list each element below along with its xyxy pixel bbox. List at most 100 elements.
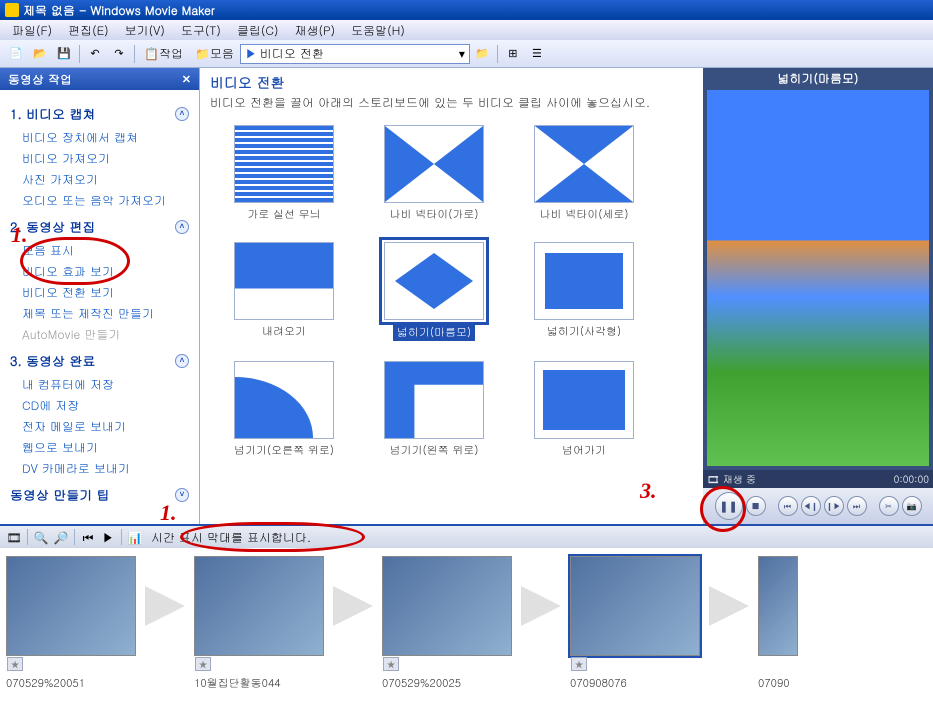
clip-thumb bbox=[758, 556, 798, 656]
effects-icon[interactable]: ★ bbox=[383, 657, 399, 671]
clip-slot[interactable]: ★ 070908076 bbox=[570, 556, 700, 691]
menu-tools[interactable]: 도구(T) bbox=[173, 22, 229, 39]
view-thumbnails-button[interactable]: ⊞ bbox=[502, 43, 524, 65]
app-icon bbox=[5, 3, 19, 17]
transition-slot[interactable] bbox=[140, 556, 190, 656]
chevron-down-icon: ˅ bbox=[175, 488, 189, 502]
section-capture[interactable]: 1. 비디오 캡쳐˄ bbox=[10, 104, 189, 123]
transition-item[interactable]: 내려오기 bbox=[214, 242, 354, 341]
link-import-audio[interactable]: 오디오 또는 음악 가져오기 bbox=[10, 190, 189, 211]
menu-file[interactable]: 파일(F) bbox=[4, 22, 60, 39]
open-button[interactable]: 📂 bbox=[29, 43, 51, 65]
timeline-view-button[interactable]: 🎞 bbox=[5, 528, 23, 546]
storyboard: ★ 070529%20051 ★ 10월집단활동044 ★ 070529%200… bbox=[0, 548, 933, 712]
transition-thumb bbox=[234, 242, 334, 320]
task-pane: 동영상 작업 ✕ 1. 비디오 캡쳐˄ 비디오 장치에서 캡쳐 비디오 가져오기… bbox=[0, 68, 200, 524]
pause-button[interactable]: ❚❚ bbox=[715, 492, 743, 520]
transition-slot[interactable] bbox=[516, 556, 566, 656]
prev-button[interactable]: ⏮ bbox=[778, 496, 798, 516]
link-show-collections[interactable]: 모음 표시 bbox=[10, 240, 189, 261]
film-icon: 🎞 bbox=[707, 472, 720, 486]
new-button[interactable]: 📄 bbox=[5, 43, 27, 65]
up-button[interactable]: 📁 bbox=[471, 43, 493, 65]
collections-combo[interactable]: ▶ 비디오 전환 ▾ bbox=[240, 44, 470, 64]
menu-view[interactable]: 보기(V) bbox=[117, 22, 173, 39]
save-button[interactable]: 💾 bbox=[53, 43, 75, 65]
transition-placeholder-icon bbox=[145, 586, 185, 626]
link-import-video[interactable]: 비디오 가져오기 bbox=[10, 148, 189, 169]
transition-item[interactable]: 넓히기(사각형) bbox=[514, 242, 654, 341]
transition-item[interactable]: 나비 넥타이(가로) bbox=[364, 125, 504, 222]
link-send-email[interactable]: 전자 메일로 보내기 bbox=[10, 416, 189, 437]
chevron-up-icon: ˄ bbox=[175, 354, 189, 368]
undo-button[interactable]: ↶ bbox=[84, 43, 106, 65]
link-video-transitions[interactable]: 비디오 전환 보기 bbox=[10, 282, 189, 303]
transition-item[interactable]: 넘기기(오른쪽 위로) bbox=[214, 361, 354, 458]
link-capture-device[interactable]: 비디오 장치에서 캡쳐 bbox=[10, 127, 189, 148]
effects-icon[interactable]: ★ bbox=[195, 657, 211, 671]
transition-thumb bbox=[384, 361, 484, 439]
window-title: 제목 없음 - Windows Movie Maker bbox=[23, 2, 215, 19]
link-titles-credits[interactable]: 제목 또는 제작진 만들기 bbox=[10, 303, 189, 324]
section-finish[interactable]: 3. 동영상 완료˄ bbox=[10, 351, 189, 370]
chevron-up-icon: ˄ bbox=[175, 220, 189, 234]
preview-video bbox=[707, 90, 929, 466]
link-video-effects[interactable]: 비디오 효과 보기 bbox=[10, 261, 189, 282]
toolbar: 📄 📂 💾 ↶ ↷ 📋 작업 📁 모음 ▶ 비디오 전환 ▾ 📁 ⊞ ☰ bbox=[0, 40, 933, 68]
link-send-web[interactable]: 웹으로 보내기 bbox=[10, 437, 189, 458]
clip-slot[interactable]: ★ 070529%20051 bbox=[6, 556, 136, 691]
clip-thumb: ★ bbox=[6, 556, 136, 656]
preview-time: 0:00:00 bbox=[894, 472, 929, 486]
effects-icon[interactable]: ★ bbox=[571, 657, 587, 671]
transition-item[interactable]: 가로 실선 무늬 bbox=[214, 125, 354, 222]
zoom-out-button[interactable]: 🔎 bbox=[52, 528, 70, 546]
clip-thumb: ★ bbox=[382, 556, 512, 656]
toggle-timeline-icon[interactable]: 📊 bbox=[126, 528, 144, 546]
link-save-computer[interactable]: 내 컴퓨터에 저장 bbox=[10, 374, 189, 395]
clip-slot[interactable]: ★ 070529%20025 bbox=[382, 556, 512, 691]
clip-slot[interactable]: 07090 bbox=[758, 556, 798, 691]
zoom-in-button[interactable]: 🔍 bbox=[32, 528, 50, 546]
link-automovie[interactable]: AutoMovie 만들기 bbox=[10, 324, 189, 345]
play-timeline-button[interactable]: ▶ bbox=[99, 528, 117, 546]
transition-item-selected[interactable]: 넓히기(마름모) bbox=[364, 242, 504, 341]
view-details-button[interactable]: ☰ bbox=[526, 43, 548, 65]
menu-edit[interactable]: 편집(E) bbox=[60, 22, 117, 39]
preview-controls: ❚❚ ■ ⏮ ◀❙ ❙▶ ⏭ ✂ 📷 bbox=[703, 488, 933, 524]
split-button[interactable]: ✂ bbox=[879, 496, 899, 516]
effects-icon[interactable]: ★ bbox=[7, 657, 23, 671]
step-fwd-button[interactable]: ❙▶ bbox=[824, 496, 844, 516]
section-edit[interactable]: 2. 동영상 편집˄ bbox=[10, 217, 189, 236]
step-back-button[interactable]: ◀❙ bbox=[801, 496, 821, 516]
transition-slot[interactable] bbox=[704, 556, 754, 656]
workspace: 동영상 작업 ✕ 1. 비디오 캡쳐˄ 비디오 장치에서 캡쳐 비디오 가져오기… bbox=[0, 68, 933, 524]
stop-button[interactable]: ■ bbox=[746, 496, 766, 516]
redo-button[interactable]: ↷ bbox=[108, 43, 130, 65]
next-button[interactable]: ⏭ bbox=[847, 496, 867, 516]
menu-clip[interactable]: 클립(C) bbox=[229, 22, 287, 39]
transition-item[interactable]: 나비 넥타이(세로) bbox=[514, 125, 654, 222]
clip-slot[interactable]: ★ 10월집단활동044 bbox=[194, 556, 324, 691]
transition-thumb bbox=[384, 125, 484, 203]
transition-item[interactable]: 넘어가기 bbox=[514, 361, 654, 458]
menu-help[interactable]: 도움말(H) bbox=[343, 22, 413, 39]
transition-item[interactable]: 넘기기(왼쪽 위로) bbox=[364, 361, 504, 458]
section-tips[interactable]: 동영상 만들기 팁˅ bbox=[10, 485, 189, 504]
menu-play[interactable]: 재생(P) bbox=[286, 22, 343, 39]
task-pane-header: 동영상 작업 ✕ bbox=[0, 68, 199, 90]
toggle-timeline-label[interactable]: 시간 표시 막대를 표시합니다. bbox=[145, 529, 317, 546]
transition-slot[interactable] bbox=[328, 556, 378, 656]
link-import-pictures[interactable]: 사진 가져오기 bbox=[10, 169, 189, 190]
transition-placeholder-icon bbox=[521, 586, 561, 626]
collections-button[interactable]: 📁 모음 bbox=[189, 43, 240, 65]
close-icon[interactable]: ✕ bbox=[182, 72, 191, 87]
transition-thumb bbox=[534, 242, 634, 320]
link-send-dv[interactable]: DV 카메라로 보내기 bbox=[10, 458, 189, 479]
transition-placeholder-icon bbox=[333, 586, 373, 626]
tasks-button[interactable]: 📋 작업 bbox=[138, 43, 189, 65]
rewind-button[interactable]: ⏮ bbox=[79, 528, 97, 546]
link-save-cd[interactable]: CD에 저장 bbox=[10, 395, 189, 416]
transitions-grid: 가로 실선 무늬 나비 넥타이(가로) 나비 넥타이(세로) 내려오기 넓히기(… bbox=[200, 115, 703, 524]
snapshot-button[interactable]: 📷 bbox=[902, 496, 922, 516]
chevron-down-icon: ▾ bbox=[459, 45, 465, 62]
